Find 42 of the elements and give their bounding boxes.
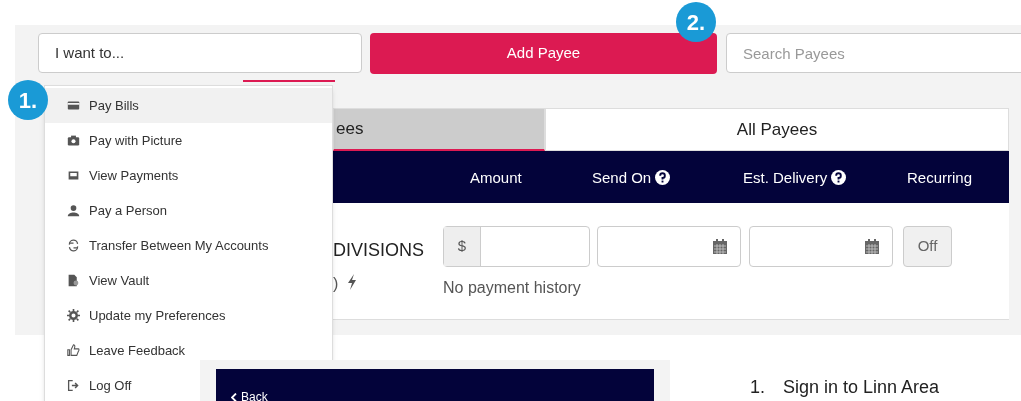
- tab[interactable]: ees: [333, 108, 545, 151]
- calendar-icon: [712, 238, 728, 255]
- currency-label: $: [444, 227, 481, 266]
- menu-item[interactable]: Pay Bills: [45, 88, 332, 123]
- step-badge: 1.: [8, 80, 48, 120]
- calendar-icon: [864, 238, 880, 255]
- menu-item-icon: [67, 204, 80, 217]
- menu-item-icon: [67, 274, 80, 287]
- menu-item-icon: [67, 134, 80, 147]
- menu-item-icon: [67, 309, 80, 322]
- menu-item[interactable]: Pay with Picture: [45, 123, 332, 158]
- payment-history-note: No payment history: [443, 278, 581, 298]
- menu-item[interactable]: View Payments: [45, 158, 332, 193]
- lightning-icon: [347, 274, 357, 290]
- chevron-left-icon: [231, 392, 237, 401]
- search-field[interactable]: Search Payees: [726, 33, 1021, 73]
- column-header: Est. Delivery: [743, 169, 828, 186]
- tab[interactable]: All Payees: [545, 108, 1009, 151]
- menu-item[interactable]: Update my Preferences: [45, 298, 332, 333]
- menu-item[interactable]: View Vault: [45, 263, 332, 298]
- payee-name: DIVISIONS: [333, 239, 425, 262]
- menu-item[interactable]: Pay a Person: [45, 193, 332, 228]
- step-number: 1.: [750, 376, 765, 399]
- action-dropdown[interactable]: I want to...: [38, 33, 362, 73]
- menu-item-icon: [67, 99, 80, 112]
- menu-item-icon: [67, 344, 80, 357]
- date-field[interactable]: [749, 226, 893, 267]
- amount-field[interactable]: $: [443, 226, 590, 267]
- step-text: Sign in to Linn Area: [783, 376, 940, 399]
- date-field[interactable]: [597, 226, 741, 267]
- menu-item-icon: [67, 239, 80, 252]
- column-header: Amount: [470, 169, 522, 186]
- payee-detail: ): [333, 274, 339, 294]
- menu-item-icon: [67, 169, 80, 182]
- back-link[interactable]: Back: [231, 388, 268, 401]
- menu-item[interactable]: Transfer Between My Accounts: [45, 228, 332, 263]
- column-header: Recurring: [907, 169, 973, 186]
- recurring-toggle[interactable]: Off: [903, 226, 952, 267]
- step-badge: 2.: [676, 2, 716, 42]
- column-header: Send On: [592, 169, 652, 186]
- menu-item-icon: [67, 379, 80, 392]
- add-payee-button[interactable]: Add Payee: [370, 33, 717, 74]
